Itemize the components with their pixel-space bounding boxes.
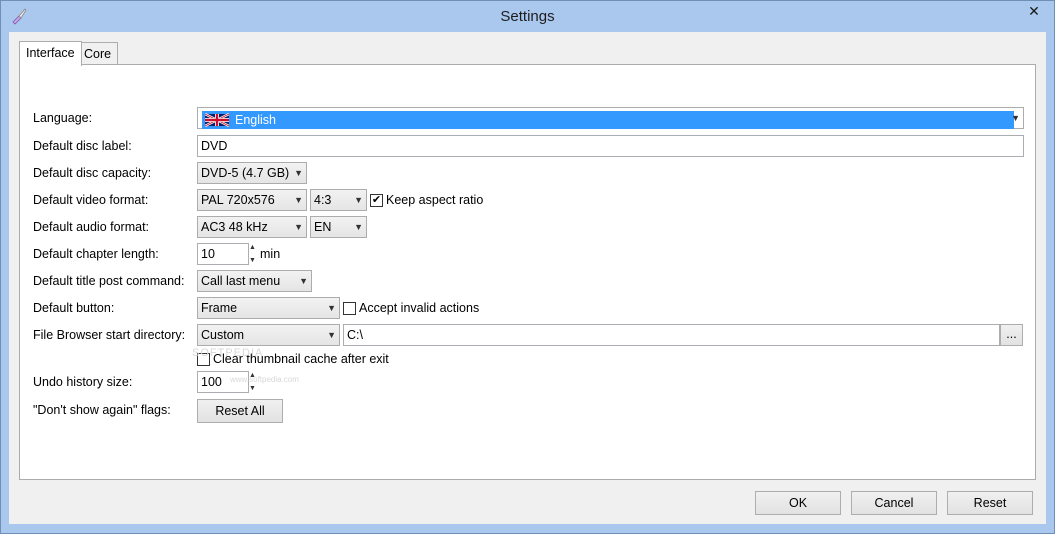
checkmark-icon: ✔ — [371, 194, 382, 206]
audio-format-select[interactable]: AC3 48 kHz ▼ — [197, 216, 307, 238]
spin-up-icon[interactable]: ▲ — [249, 243, 259, 252]
reset-button[interactable]: Reset — [947, 491, 1033, 515]
chapter-length-spinner[interactable]: ▲ ▼ — [249, 243, 259, 265]
chevron-down-icon: ▼ — [1011, 113, 1020, 123]
tab-interface[interactable]: Interface — [19, 41, 82, 66]
audio-format-label: Default audio format: — [33, 220, 150, 234]
chapter-length-input[interactable]: 10 — [197, 243, 249, 265]
cancel-button[interactable]: Cancel — [851, 491, 937, 515]
audio-format-value: AC3 48 kHz — [201, 220, 268, 234]
chapter-length-unit: min — [260, 247, 281, 261]
accept-invalid-label: Accept invalid actions — [359, 301, 480, 315]
default-button-select[interactable]: Frame ▼ — [197, 297, 340, 319]
chevron-down-icon: ▼ — [299, 276, 308, 286]
close-icon: ✕ — [1028, 3, 1040, 19]
chevron-down-icon: ▼ — [327, 330, 336, 340]
file-browser-path-input[interactable]: C:\ — [343, 324, 1000, 346]
title-post-command-label: Default title post command: — [33, 274, 185, 288]
ok-button[interactable]: OK — [755, 491, 841, 515]
keep-aspect-label: Keep aspect ratio — [386, 193, 484, 207]
default-button-label: Default button: — [33, 301, 115, 315]
disc-label-input[interactable]: DVD — [197, 135, 1024, 157]
clear-thumbnail-label: Clear thumbnail cache after exit — [213, 352, 389, 366]
language-value: English — [235, 113, 276, 127]
close-button[interactable]: ✕ — [1020, 2, 1048, 21]
file-browser-mode-value: Custom — [201, 328, 245, 342]
spin-down-icon[interactable]: ▼ — [249, 256, 259, 265]
dialog-body: Interface Core Language: English ▼ Defau… — [9, 32, 1046, 524]
reset-all-button[interactable]: Reset All — [197, 399, 283, 423]
interface-panel: Language: English ▼ Default disc label: … — [19, 64, 1036, 480]
file-browser-mode-select[interactable]: Custom ▼ — [197, 324, 340, 346]
dont-show-again-label: "Don't show again" flags: — [33, 403, 171, 417]
uk-flag-icon — [205, 113, 229, 127]
spin-up-icon[interactable]: ▲ — [249, 371, 259, 380]
default-button-value: Frame — [201, 301, 238, 315]
window-title: Settings — [500, 8, 555, 25]
chevron-down-icon: ▼ — [327, 303, 336, 313]
undo-history-input[interactable]: 100 — [197, 371, 249, 393]
tab-core[interactable]: Core — [77, 42, 119, 65]
video-format-value: PAL 720x576 — [201, 193, 275, 207]
disc-label-label: Default disc label: — [33, 139, 132, 153]
audio-language-select[interactable]: EN ▼ — [310, 216, 367, 238]
aspect-ratio-select[interactable]: 4:3 ▼ — [310, 189, 367, 211]
undo-history-label: Undo history size: — [33, 375, 133, 389]
language-selected-option: English — [202, 111, 1014, 129]
undo-history-spinner[interactable]: ▲ ▼ — [249, 371, 259, 393]
audio-language-value: EN — [314, 220, 332, 234]
chevron-down-icon: ▼ — [354, 222, 363, 232]
video-format-select[interactable]: PAL 720x576 ▼ — [197, 189, 307, 211]
disc-capacity-label: Default disc capacity: — [33, 166, 152, 180]
chevron-down-icon: ▼ — [354, 195, 363, 205]
language-select[interactable]: English ▼ — [197, 107, 1024, 129]
title-post-command-select[interactable]: Call last menu ▼ — [197, 270, 312, 292]
title-post-command-value: Call last menu — [201, 274, 281, 288]
clear-thumbnail-checkbox[interactable] — [197, 353, 210, 366]
language-label: Language: — [33, 111, 93, 125]
disc-capacity-value: DVD-5 (4.7 GB) — [201, 166, 290, 180]
chapter-length-label: Default chapter length: — [33, 247, 159, 261]
browse-button[interactable]: ... — [1000, 324, 1023, 346]
chevron-down-icon: ▼ — [294, 168, 303, 178]
chevron-down-icon: ▼ — [294, 195, 303, 205]
video-format-label: Default video format: — [33, 193, 149, 207]
file-browser-label: File Browser start directory: — [33, 328, 186, 342]
aspect-ratio-value: 4:3 — [314, 193, 332, 207]
keep-aspect-checkbox[interactable]: ✔ — [370, 194, 383, 207]
title-bar[interactable]: Settings ✕ — [1, 1, 1054, 33]
settings-window: Settings ✕ Interface Core Language: Engl… — [0, 0, 1055, 534]
chevron-down-icon: ▼ — [294, 222, 303, 232]
spin-down-icon[interactable]: ▼ — [249, 384, 259, 393]
accept-invalid-checkbox[interactable] — [343, 302, 356, 315]
disc-capacity-select[interactable]: DVD-5 (4.7 GB) ▼ — [197, 162, 307, 184]
